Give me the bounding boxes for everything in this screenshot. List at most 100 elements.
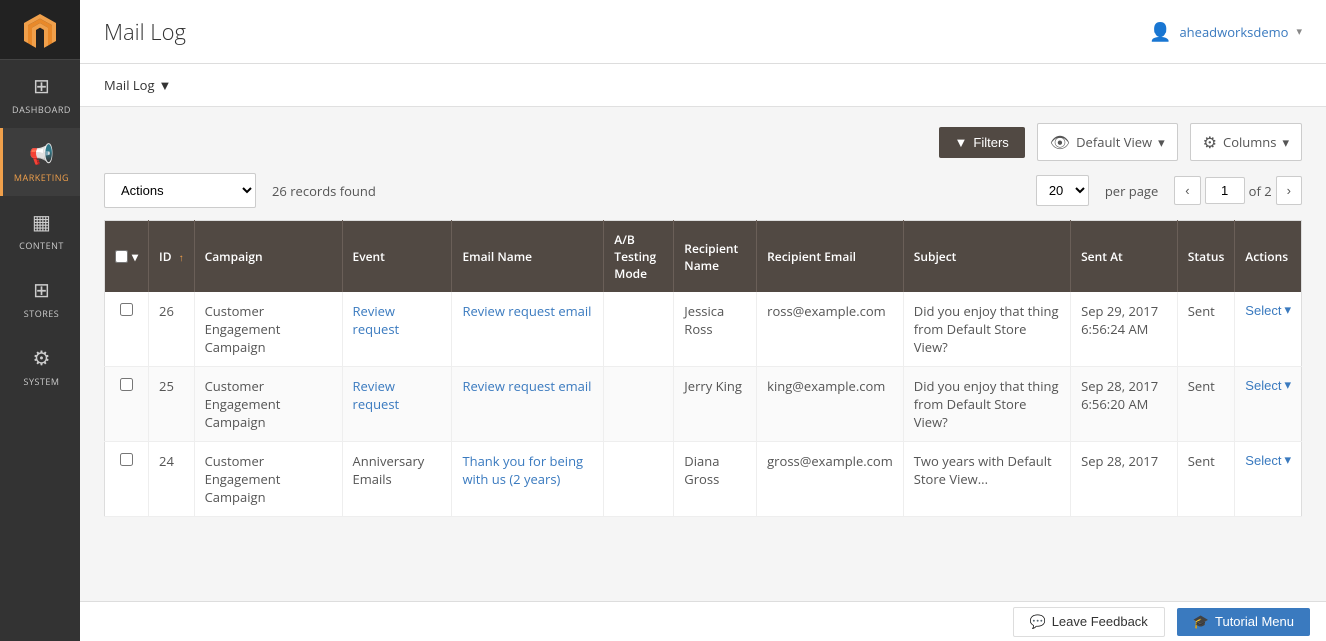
th-campaign: Campaign (194, 221, 342, 293)
row2-id: 25 (149, 367, 195, 442)
top-header: Mail Log 👤 aheadworksdemo ▾ (80, 0, 1326, 64)
row3-campaign: Customer Engagement Campaign (194, 442, 342, 517)
filters-button[interactable]: ▼ Filters (939, 127, 1025, 158)
row1-event: Review request (342, 292, 452, 367)
table-header-row: ▾ ID ↑ Campaign Event Email Name A/BTest… (105, 221, 1302, 293)
th-subject: Subject (903, 221, 1070, 293)
per-page-select-wrapper[interactable]: 20 50 (1036, 175, 1089, 206)
eye-icon: 👁 (1050, 131, 1070, 153)
breadcrumb-mail-log[interactable]: Mail Log ▼ (104, 76, 171, 94)
row3-email-name-link[interactable]: Thank you for being with us (2 years) (462, 452, 583, 488)
main-content: Mail Log 👤 aheadworksdemo ▾ Mail Log ▼ ▼… (80, 0, 1326, 641)
row3-recipient-email: gross@example.com (757, 442, 904, 517)
actions-select[interactable]: Actions (105, 174, 255, 207)
row3-id: 24 (149, 442, 195, 517)
row3-status: Sent (1177, 442, 1235, 517)
row3-select-chevron-icon: ▾ (1284, 452, 1291, 468)
dashboard-icon: ⊞ (33, 72, 50, 99)
row1-sent-at: Sep 29, 2017 6:56:24 AM (1071, 292, 1178, 367)
select-all-chevron-icon[interactable]: ▾ (132, 248, 138, 265)
row2-recipient-email: king@example.com (757, 367, 904, 442)
prev-page-button[interactable]: ‹ (1174, 176, 1200, 205)
id-sort-icon: ↑ (179, 250, 184, 264)
row2-checkbox[interactable] (120, 378, 133, 391)
sidebar-label-dashboard: DASHBOARD (12, 103, 71, 116)
sidebar-item-system[interactable]: ⚙ SYSTEM (0, 332, 80, 400)
row2-email-name-link[interactable]: Review request email (462, 377, 591, 395)
th-status: Status (1177, 221, 1235, 293)
per-page-select[interactable]: 20 50 (1037, 176, 1088, 205)
row2-select-button[interactable]: Select ▾ (1245, 377, 1291, 393)
columns-chevron-icon: ▾ (1282, 133, 1289, 151)
row2-select-label: Select (1245, 378, 1281, 393)
table-row: 24 Customer Engagement Campaign Annivers… (105, 442, 1302, 517)
row2-actions: Select ▾ (1235, 367, 1302, 442)
next-page-button[interactable]: › (1276, 176, 1302, 205)
tutorial-menu-button[interactable]: 🎓 Tutorial Menu (1177, 608, 1310, 636)
row1-select-label: Select (1245, 303, 1281, 318)
row3-actions: Select ▾ (1235, 442, 1302, 517)
leave-feedback-button[interactable]: 💬 Leave Feedback (1013, 607, 1165, 637)
user-menu[interactable]: 👤 aheadworksdemo ▾ (1149, 20, 1302, 44)
columns-label: Columns (1223, 133, 1276, 151)
sidebar-item-dashboard[interactable]: ⊞ DASHBOARD (0, 60, 80, 128)
user-name-label: aheadworksdemo (1179, 23, 1288, 41)
select-all-checkbox[interactable] (115, 250, 128, 263)
feedback-label: Leave Feedback (1052, 614, 1148, 629)
user-menu-chevron-icon: ▾ (1296, 24, 1302, 39)
row2-ab-testing (604, 367, 674, 442)
row1-select-button[interactable]: Select ▾ (1245, 302, 1291, 318)
row2-status: Sent (1177, 367, 1235, 442)
row3-sent-at: Sep 28, 2017 (1071, 442, 1178, 517)
default-view-chevron-icon: ▾ (1158, 133, 1165, 151)
row3-select-button[interactable]: Select ▾ (1245, 452, 1291, 468)
columns-selector[interactable]: ⚙ Columns ▾ (1190, 123, 1302, 161)
row1-email-name-link[interactable]: Review request email (462, 302, 591, 320)
actions-left: Actions 26 records found (104, 173, 376, 208)
row3-event: Anniversary Emails (342, 442, 452, 517)
th-id[interactable]: ID ↑ (149, 221, 195, 293)
actions-dropdown-wrapper[interactable]: Actions (104, 173, 256, 208)
records-found: 26 records found (272, 182, 376, 200)
sidebar-item-marketing[interactable]: 📢 MARKETING (0, 128, 80, 196)
content-area: ▼ Filters 👁 Default View ▾ ⚙ Columns ▾ A… (80, 107, 1326, 641)
row2-event-link[interactable]: Review request (353, 377, 400, 413)
sidebar-logo (0, 0, 80, 60)
row3-event-text: Anniversary Emails (353, 452, 425, 488)
row3-checkbox[interactable] (120, 453, 133, 466)
row1-select-chevron-icon: ▾ (1284, 302, 1291, 318)
breadcrumb-label: Mail Log (104, 76, 155, 94)
row1-status: Sent (1177, 292, 1235, 367)
page-number-input[interactable] (1205, 177, 1245, 204)
default-view-label: Default View (1076, 133, 1152, 151)
th-checkbox: ▾ (105, 221, 149, 293)
row3-ab-testing (604, 442, 674, 517)
tutorial-label: Tutorial Menu (1215, 614, 1294, 629)
row2-campaign: Customer Engagement Campaign (194, 367, 342, 442)
row1-recipient-name: Jessica Ross (674, 292, 757, 367)
content-icon: ▦ (32, 208, 51, 235)
th-email-name: Email Name (452, 221, 604, 293)
tutorial-icon: 🎓 (1193, 614, 1209, 630)
table-row: 25 Customer Engagement Campaign Review r… (105, 367, 1302, 442)
sidebar-label-system: SYSTEM (24, 375, 60, 388)
row3-email-name: Thank you for being with us (2 years) (452, 442, 604, 517)
row2-email-name: Review request email (452, 367, 604, 442)
sidebar-item-stores[interactable]: ⊞ STORES (0, 264, 80, 332)
sidebar-item-content[interactable]: ▦ CONTENT (0, 196, 80, 264)
th-ab-testing: A/BTestingMode (604, 221, 674, 293)
row3-subject: Two years with Default Store View... (903, 442, 1070, 517)
th-recipient-name: RecipientName (674, 221, 757, 293)
page-nav: ‹ of 2 › (1174, 176, 1302, 205)
marketing-icon: 📢 (29, 140, 54, 167)
default-view-selector[interactable]: 👁 Default View ▾ (1037, 123, 1178, 161)
sidebar-label-content: CONTENT (19, 239, 64, 252)
sidebar-label-marketing: MARKETING (14, 171, 69, 184)
row2-recipient-name: Jerry King (674, 367, 757, 442)
row1-checkbox[interactable] (120, 303, 133, 316)
breadcrumb-arrow-icon: ▼ (159, 76, 172, 94)
row1-checkbox-cell (105, 292, 149, 367)
row1-event-link[interactable]: Review request (353, 302, 400, 338)
actions-bar: Actions 26 records found 20 50 per page … (104, 173, 1302, 208)
row2-checkbox-cell (105, 367, 149, 442)
